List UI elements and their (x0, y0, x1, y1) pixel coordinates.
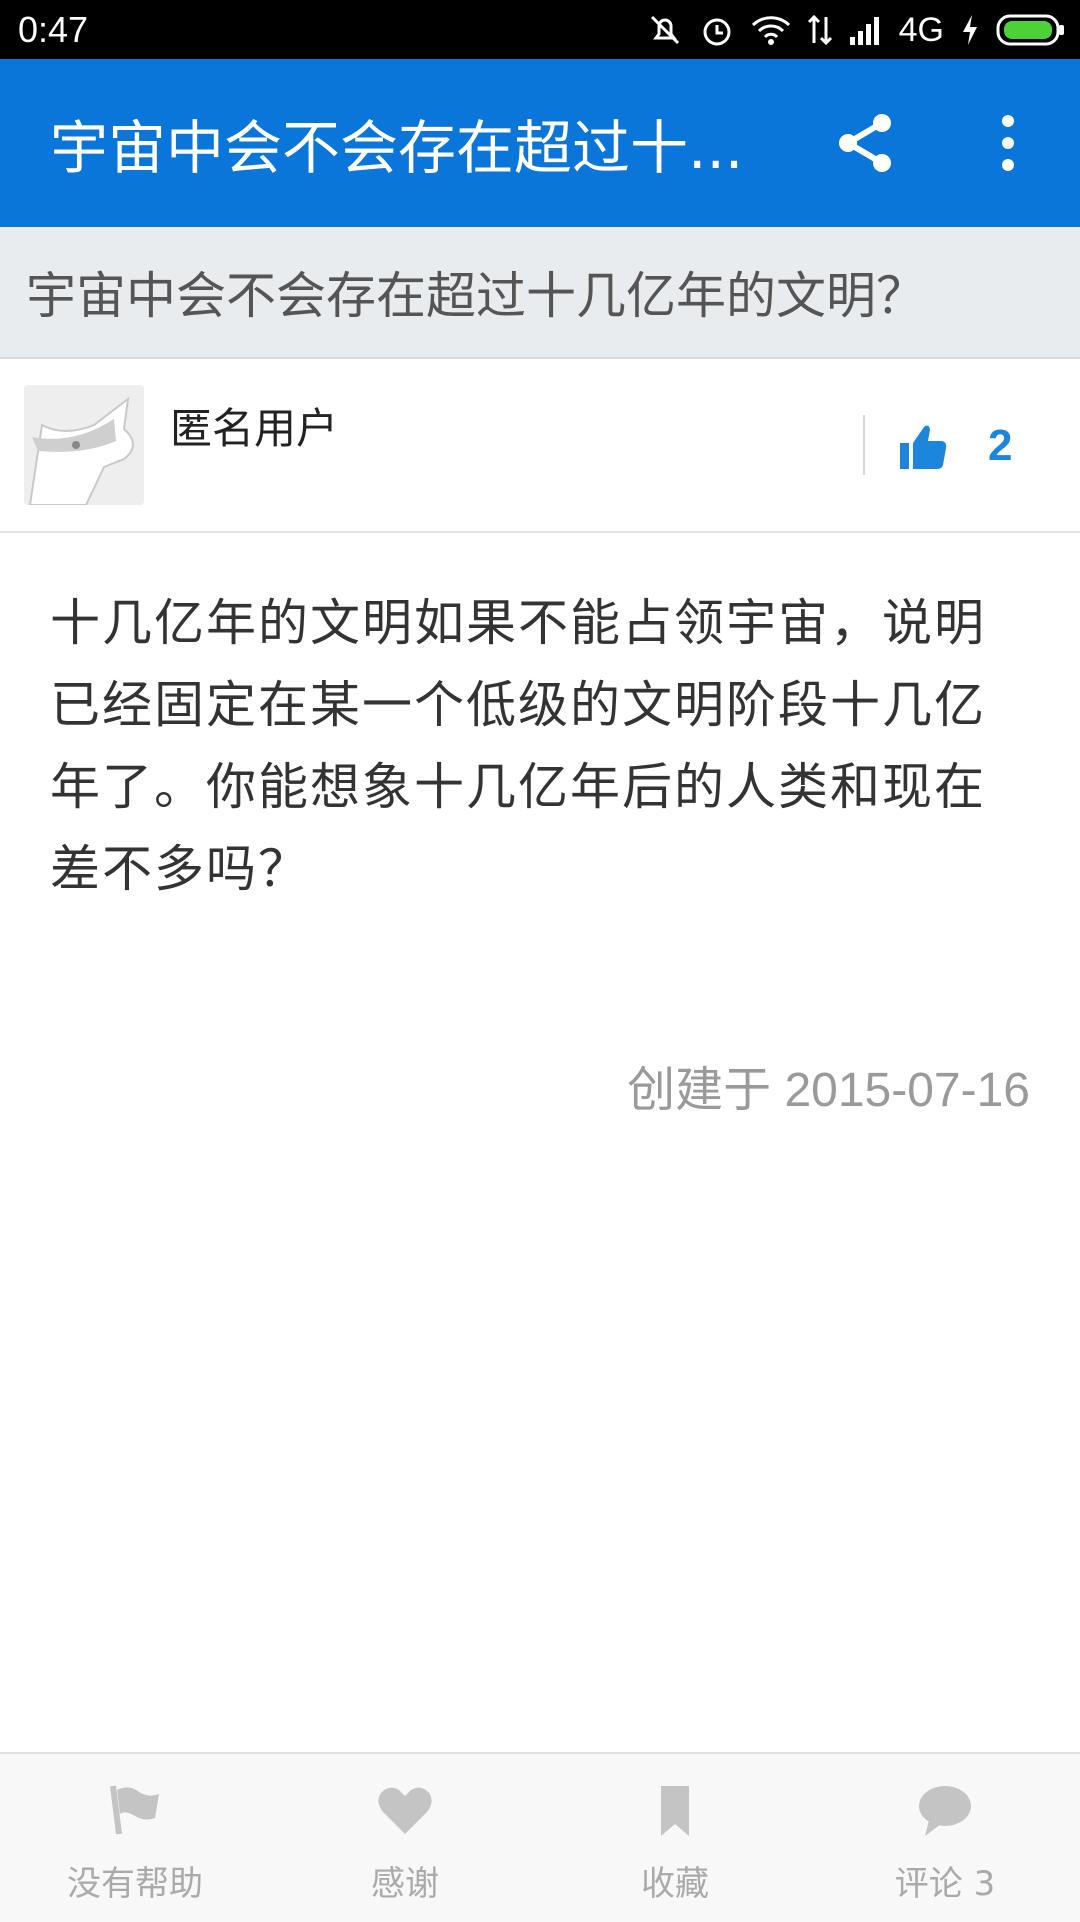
mute-icon (647, 12, 683, 48)
charging-icon (960, 13, 980, 47)
not-helpful-button[interactable]: 没有帮助 (0, 1754, 270, 1922)
share-button[interactable] (834, 111, 898, 175)
data-transfer-icon (807, 13, 833, 47)
collect-button[interactable]: 收藏 (540, 1754, 810, 1922)
bottom-action-bar: 没有帮助 感谢 收藏 评论 3 (0, 1752, 1080, 1922)
comments-label: 评论 3 (894, 1864, 996, 1904)
thanks-label: 感谢 (371, 1864, 439, 1904)
answer-body: 十几亿年的文明如果不能占领宇宙，说明已经固定在某一个低级的文明阶段十几亿年了。你… (50, 594, 986, 898)
question-title[interactable]: 宇宙中会不会存在超过十几亿年的文明？ (26, 227, 1066, 357)
not-helpful-label: 没有帮助 (67, 1864, 203, 1904)
comments-button[interactable]: 评论 3 (810, 1754, 1080, 1922)
author-name[interactable]: 匿名用户 (170, 395, 338, 456)
more-options-button[interactable] (988, 111, 1028, 175)
wifi-icon (751, 13, 791, 47)
network-type: 4G (898, 11, 944, 49)
thumbs-up-icon (900, 425, 947, 469)
battery-icon (996, 14, 1066, 46)
bookmark-icon (661, 1786, 689, 1836)
app-bar-title: 宇宙中会不会存在超过十... (50, 114, 744, 182)
question-header[interactable]: 宇宙中会不会存在超过十几亿年的文明？ (0, 227, 1080, 359)
author-row: 匿名用户 2 (0, 359, 1080, 533)
status-time: 0:47 (18, 9, 89, 50)
status-bar: 0:47 4G (0, 0, 1080, 59)
comment-icon (919, 1786, 971, 1836)
status-icons: 4G (647, 8, 1066, 52)
share-icon (839, 114, 891, 172)
upvote-button[interactable]: 2 (898, 411, 1058, 481)
alarm-icon (699, 12, 735, 48)
divider (863, 415, 865, 475)
created-date: 创建于 2015-07-16 (627, 1064, 1030, 1117)
heart-icon (378, 1787, 432, 1834)
thanks-button[interactable]: 感谢 (270, 1754, 540, 1922)
collect-label: 收藏 (641, 1864, 709, 1904)
vote-count: 2 (988, 421, 1013, 470)
signal-icon (849, 15, 883, 45)
flag-icon (110, 1785, 159, 1835)
app-bar: 宇宙中会不会存在超过十... (0, 59, 1080, 227)
more-vert-icon (1002, 115, 1014, 171)
avatar[interactable] (24, 385, 144, 505)
